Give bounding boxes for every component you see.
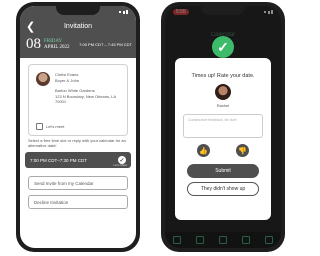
rating-modal: Times up! Rate your date. Rachel Constru… (175, 58, 271, 220)
send-invite-button[interactable]: Send Invite from my Calendar (28, 176, 128, 190)
thumbs-up-icon[interactable]: 👍 (197, 144, 210, 157)
prompt-text: Select a free time slot or reply with yo… (28, 138, 126, 148)
invite-card: Chelsi Evans Boyer & John Barton White G… (28, 64, 128, 136)
phone-invitation: ❮ Invitation 08 FRIDAY APRIL 2022 7:00 P… (16, 2, 140, 252)
status-icons (119, 10, 128, 14)
phone-notch (201, 6, 245, 15)
slot-sub-label: Let's Meet (113, 163, 127, 167)
rating-screen: 5:55 Calendar ✓ Times up! Rate your date… (165, 6, 281, 248)
checkbox-icon[interactable] (36, 123, 43, 130)
phone-notch (56, 6, 100, 15)
time-slot-selected[interactable]: 7:00 PM CDT–7:30 PM CDT ✓ Let's Meet (25, 152, 131, 168)
no-show-button[interactable]: They didn't show up (187, 182, 259, 196)
signal-icon (119, 11, 121, 13)
decline-invitation-button[interactable]: Decline Invitation (28, 195, 128, 209)
date-month-year: APRIL 2022 (44, 44, 70, 50)
check-badge-icon: ✓ (212, 36, 234, 58)
slot-label: 7:00 PM CDT–7:30 PM CDT (30, 157, 88, 163)
user-name: Rachel (216, 103, 230, 108)
submit-button[interactable]: Submit (187, 164, 259, 178)
thumbs-down-icon[interactable]: 👎 (236, 144, 249, 157)
feedback-input[interactable]: Constructive feedback, be nice! (183, 114, 263, 138)
modal-title: Times up! Rate your date. (191, 73, 255, 79)
date-day: 08 (26, 36, 41, 52)
invitation-screen: ❮ Invitation 08 FRIDAY APRIL 2022 7:00 P… (20, 6, 136, 248)
signal-icon (122, 10, 125, 14)
date-row: 08 FRIDAY APRIL 2022 7:00 PM CDT – 7:45 … (26, 36, 132, 53)
phone-rating: 5:55 Calendar ✓ Times up! Rate your date… (161, 2, 285, 252)
back-arrow-icon[interactable]: ❮ (26, 20, 40, 33)
time-range: 7:00 PM CDT – 7:45 PM CDT (79, 42, 132, 47)
page-title: Invitation (63, 23, 93, 30)
lets-meet-checkbox[interactable]: Let's meet (36, 123, 64, 130)
checkbox-label: Let's meet (46, 124, 65, 129)
address-line-2: 70001 (55, 99, 67, 104)
avatar (215, 84, 231, 100)
avatar (36, 72, 50, 86)
signal-icon (126, 10, 128, 14)
